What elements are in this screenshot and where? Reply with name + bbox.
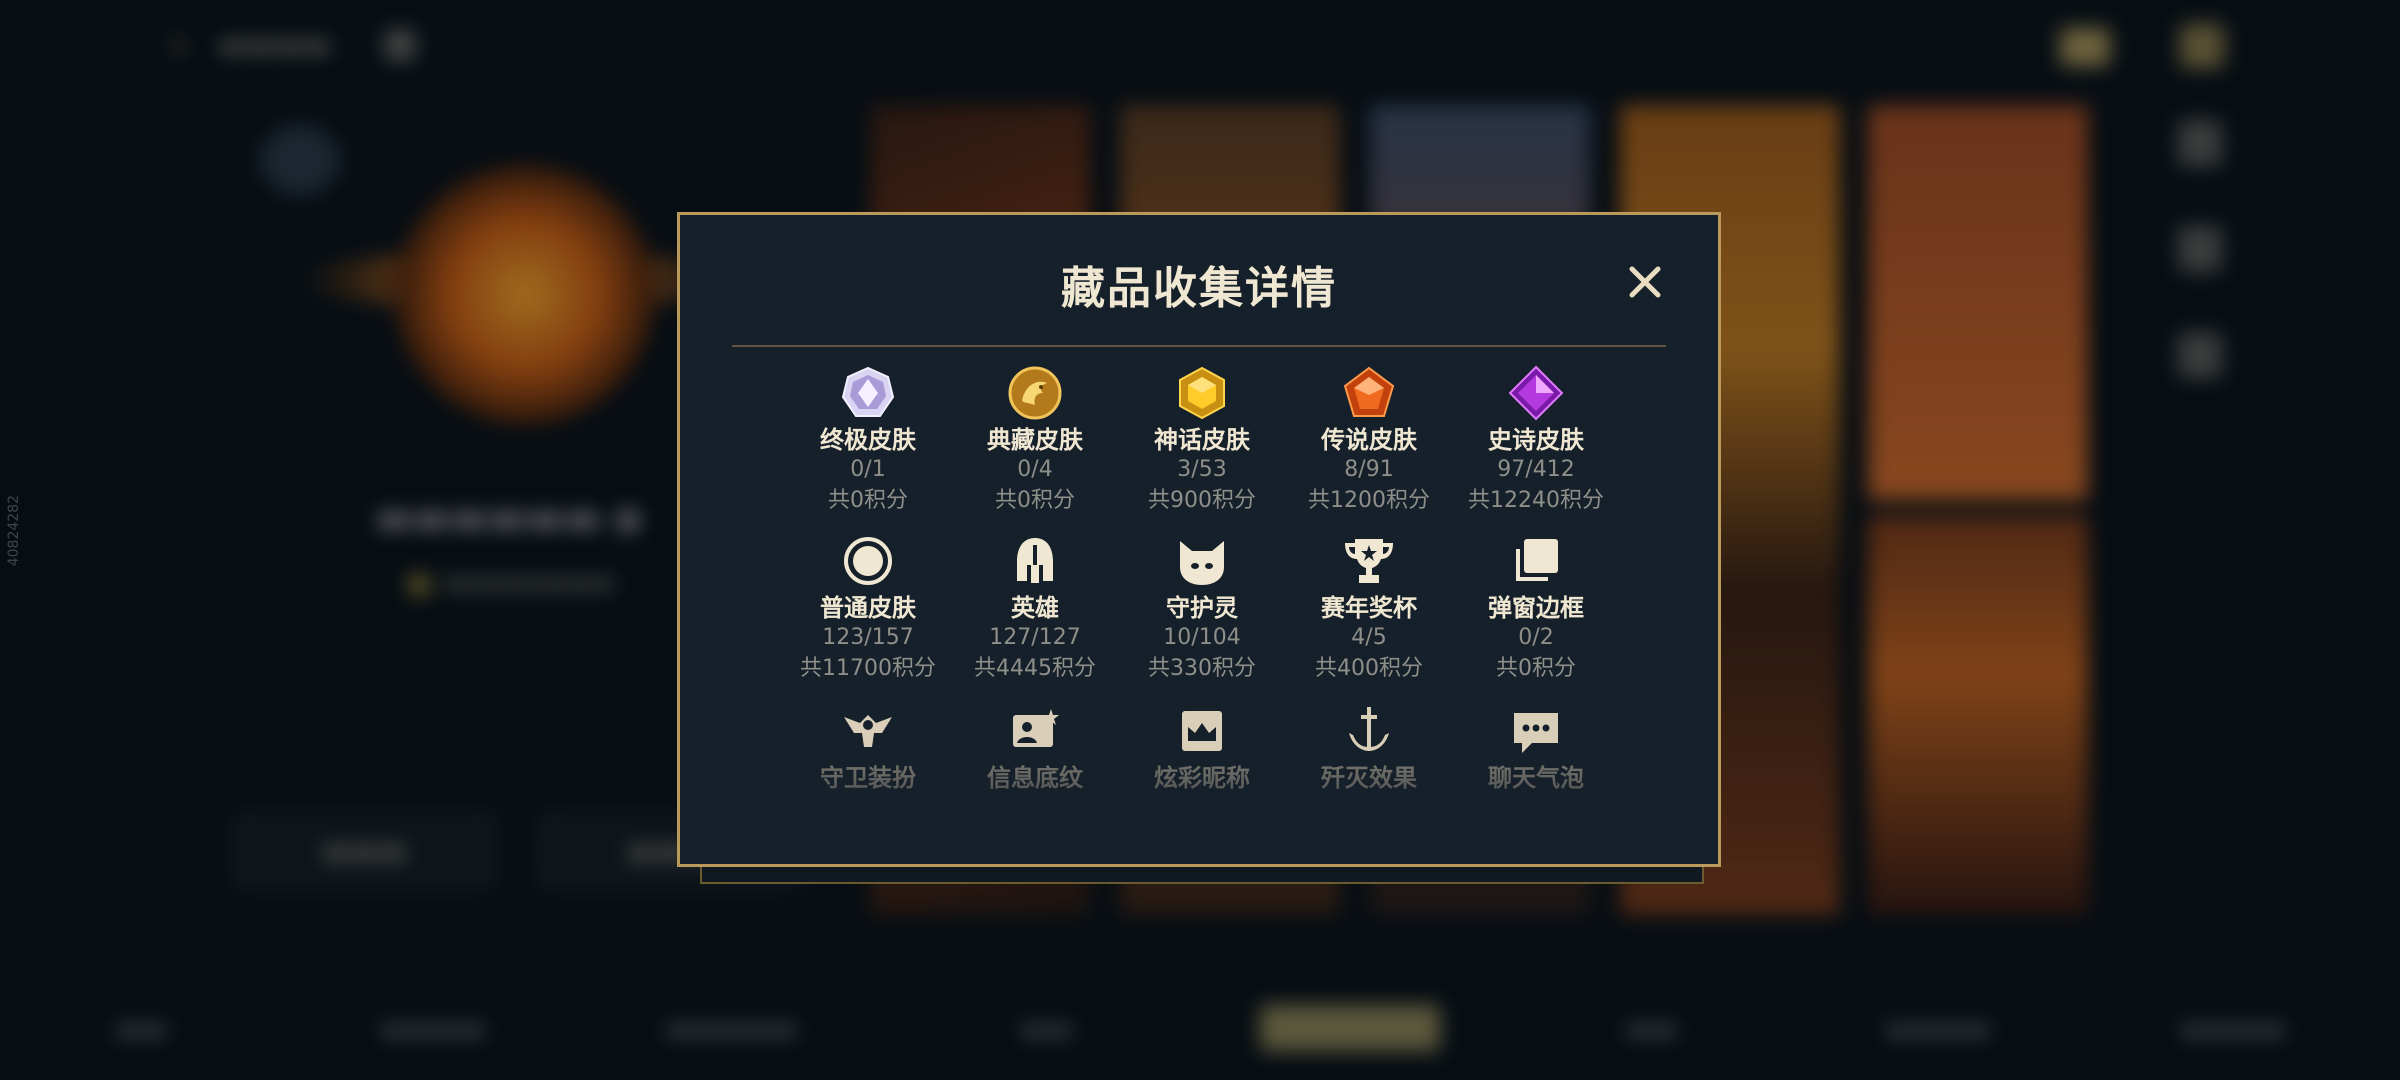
champion-helmet-icon: [1017, 538, 1053, 583]
category-item[interactable]: 史诗皮肤 97/412 共12240积分: [1436, 365, 1636, 517]
category-points: 共12240积分: [1468, 488, 1604, 513]
category-count: 0/2: [1518, 625, 1554, 650]
collection-details-modal: 藏品收集详情 终极皮肤 0/1 共0积分 典藏皮肤 0/4 共0积分 神话皮肤 …: [677, 212, 1721, 867]
chat-bubble-icon: [1514, 713, 1558, 753]
category-item[interactable]: 聊天气泡: [1436, 703, 1636, 793]
close-button[interactable]: [1620, 257, 1670, 307]
category-points: 共0积分: [1496, 656, 1576, 681]
category-count: 97/412: [1497, 457, 1575, 482]
title-divider: [732, 345, 1666, 347]
annihilation-effect-icon: [1349, 707, 1389, 751]
legendary-skin-gem-icon: [1343, 366, 1395, 417]
epic-skin-gem-icon: [1508, 365, 1564, 421]
ultimate-skin-gem-icon: [841, 366, 895, 417]
normal-skin-ring-icon: [844, 537, 892, 585]
guardian-pet-icon: [1180, 541, 1224, 585]
info-background-icon: [1013, 709, 1059, 747]
category-grid: 终极皮肤 0/1 共0积分 典藏皮肤 0/4 共0积分 神话皮肤 3/53 共9…: [680, 365, 1718, 835]
modal-title: 藏品收集详情: [1061, 263, 1337, 314]
category-item[interactable]: 弹窗边框 0/2 共0积分: [1436, 533, 1636, 685]
category-name: 弹窗边框: [1488, 594, 1584, 622]
collector-skin-dragon-icon: [1008, 366, 1062, 420]
category-name: 聊天气泡: [1488, 764, 1584, 792]
season-trophy-icon: [1345, 539, 1393, 583]
guard-outfit-icon: [844, 715, 892, 747]
close-icon: [1629, 266, 1661, 298]
colorful-nickname-icon: [1182, 711, 1222, 751]
category-name: 史诗皮肤: [1488, 426, 1584, 454]
popup-frame-icon: [1516, 539, 1558, 581]
mythic-skin-gem-icon: [1179, 366, 1225, 420]
